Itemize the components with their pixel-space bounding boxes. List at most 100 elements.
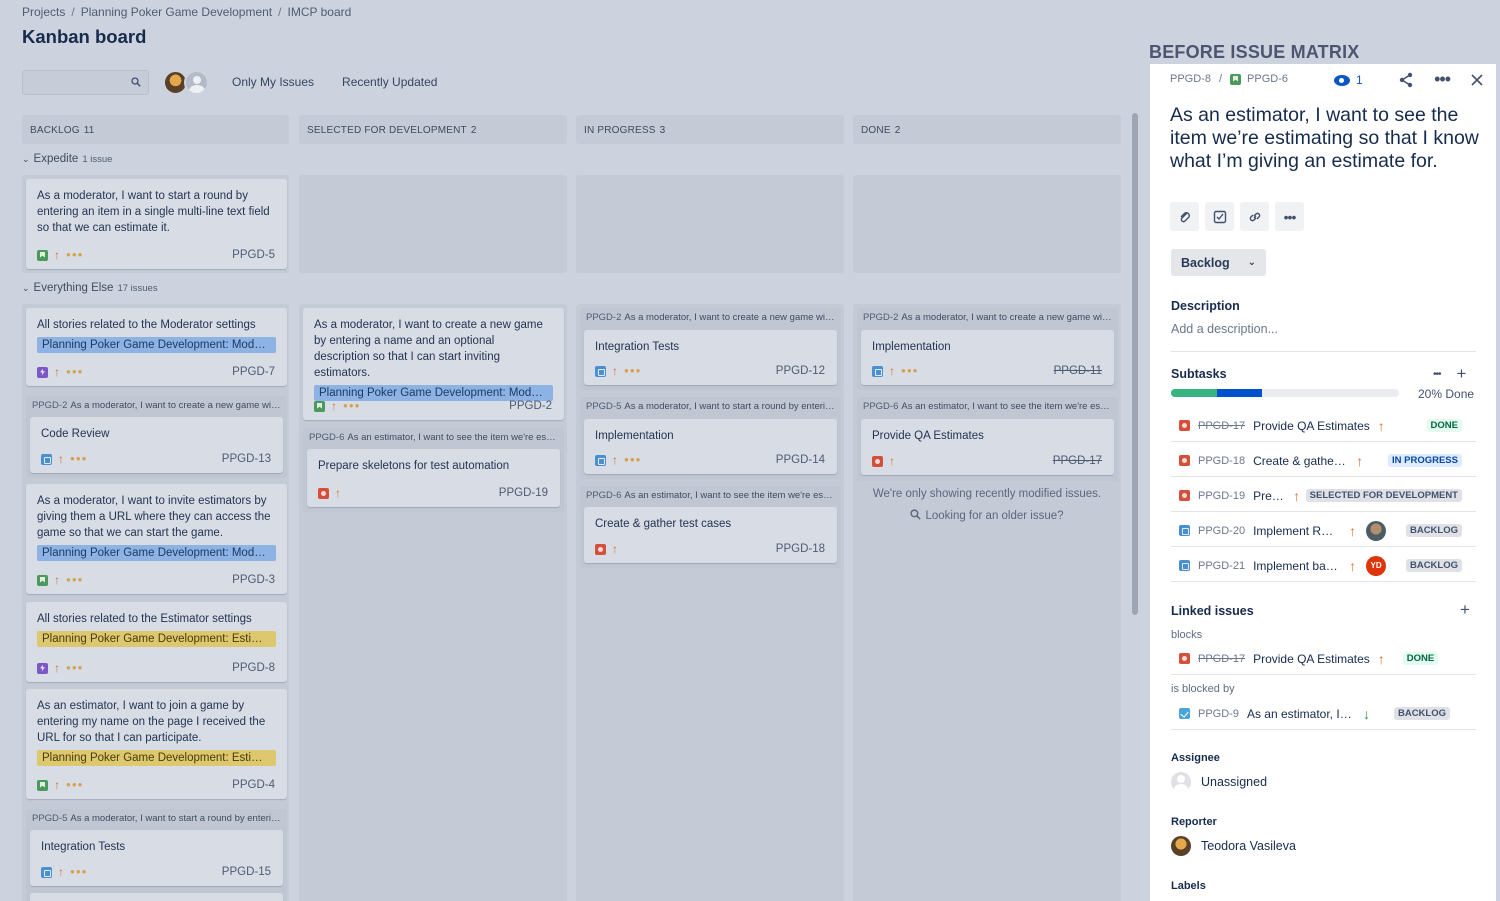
parent-key: PPGD-5 <box>586 401 622 412</box>
recently-updated-filter[interactable]: Recently Updated <box>342 75 437 89</box>
card-ppgd-4[interactable]: As an estimator, I want to join a game b… <box>26 689 287 799</box>
status-badge[interactable]: BACKLOG <box>1405 559 1462 572</box>
only-my-issues-filter[interactable]: Only My Issues <box>232 75 314 89</box>
status-badge[interactable]: BACKLOG <box>1405 524 1462 537</box>
card-summary: All stories related to the Estimator set… <box>37 613 252 625</box>
subtask-key: PPGD-19 <box>1198 489 1246 502</box>
priority-high-icon: ↑ <box>54 365 60 379</box>
status-badge[interactable]: DONE <box>1402 652 1439 665</box>
parent-label: PPGD-2 As a moderator, I want to create a… <box>32 400 281 411</box>
card-footer: ↑ ●●● PPGD-13 <box>41 452 271 466</box>
watch-button[interactable]: 1 <box>1334 73 1363 87</box>
card-partial[interactable] <box>30 893 283 901</box>
card-ppgd-18[interactable]: Create & gather test cases ↑ PPGD-18 <box>584 507 837 563</box>
status-dropdown[interactable]: Backlog ⌄ <box>1171 249 1266 276</box>
card-ppgd-5[interactable]: As a moderator, I want to start a round … <box>26 179 287 269</box>
close-icon[interactable] <box>1470 73 1484 87</box>
card-footer: ↑ ●●● PPGD-14 <box>595 453 825 467</box>
create-subtask-button[interactable] <box>1205 202 1234 231</box>
column-count: 11 <box>83 125 95 136</box>
card-ppgd-13[interactable]: Code Review ↑ ●●● PPGD-13 <box>30 417 283 473</box>
estimate-dots-icon: ●●● <box>901 366 919 375</box>
card-ppgd-14[interactable]: Implementation ↑ ●●● PPGD-14 <box>584 419 837 474</box>
card-ppgd-12[interactable]: Integration Tests ↑ ●●● PPGD-12 <box>584 330 837 385</box>
status-badge[interactable]: SELECTED FOR DEVELOPMENT <box>1305 489 1462 502</box>
avatar[interactable] <box>184 69 209 95</box>
swimlane-everything-else[interactable]: ⌄ Everything Else 17 issues <box>22 282 158 294</box>
older-issue-link[interactable]: Looking for an older issue? <box>857 509 1117 522</box>
attach-button[interactable] <box>1170 202 1199 231</box>
issue-title[interactable]: As an estimator, I want to see the item … <box>1170 104 1480 173</box>
subtask-row[interactable]: PPGD-19 Prepare skeletons for test autom… <box>1171 480 1476 512</box>
issue-key-link[interactable]: PPGD-6 <box>1247 73 1288 85</box>
breadcrumb-board[interactable]: IMCP board <box>287 5 351 19</box>
subtask-row[interactable]: PPGD-18 Create & gather test cases ↑ IN … <box>1171 445 1476 477</box>
card-key: PPGD-12 <box>775 365 825 377</box>
card-summary: Code Review <box>41 428 110 440</box>
subtask-row[interactable]: PPGD-17 Provide QA Estimates ↑ DONE <box>1171 410 1476 442</box>
assignee-field[interactable]: Unassigned <box>1171 772 1267 792</box>
card-footer: ↑ ●●● PPGD-8 <box>37 661 275 675</box>
labels-label: Labels <box>1171 880 1206 892</box>
card-ppgd-7[interactable]: All stories related to the Moderator set… <box>26 308 287 386</box>
linked-issue-row[interactable]: PPGD-17 Provide QA Estimates ↑ DONE <box>1171 643 1476 675</box>
more-actions-button[interactable]: ••• <box>1275 202 1304 231</box>
board-scrollbar[interactable] <box>1132 113 1138 615</box>
recent-issues-note: We're only showing recently modified iss… <box>857 486 1117 537</box>
priority-low-icon: ↓ <box>1362 705 1370 722</box>
avatar[interactable]: YD <box>1366 555 1387 576</box>
status-badge[interactable]: DONE <box>1426 419 1462 432</box>
linked-issue-key: PPGD-9 <box>1198 707 1239 720</box>
column-progress-expedite <box>576 175 844 273</box>
parent-summary: As a moderator, I want to start a round … <box>624 401 835 412</box>
card-summary: Create & gather test cases <box>595 518 732 530</box>
card-ppgd-17[interactable]: Provide QA Estimates ↑ PPGD-17 <box>861 419 1114 475</box>
add-icon[interactable]: + <box>1460 600 1470 620</box>
parent-summary: As an estimator, I want to see the item … <box>347 432 558 443</box>
card-ppgd-3[interactable]: As a moderator, I want to invite estimat… <box>26 484 287 594</box>
card-footer: ↑ PPGD-18 <box>595 542 825 556</box>
epic-label: Planning Poker Game Development: Estimat… <box>37 750 276 766</box>
status-badge[interactable]: IN PROGRESS <box>1388 454 1462 467</box>
card-key: PPGD-4 <box>232 779 275 791</box>
more-actions-icon[interactable]: ••• <box>1433 369 1441 380</box>
card-summary: As a moderator, I want to start a round … <box>37 190 270 234</box>
epic-label: Planning Poker Game Development: Moderat… <box>37 337 276 353</box>
card-key: PPGD-18 <box>775 543 825 555</box>
card-key: PPGD-15 <box>221 866 271 878</box>
estimate-dots-icon: ●●● <box>70 454 88 463</box>
breadcrumb-projects[interactable]: Projects <box>22 5 65 19</box>
card-key: PPGD-3 <box>232 574 275 586</box>
card-ppgd-19[interactable]: Prepare skeletons for test automation ↑ … <box>307 449 560 507</box>
link-issue-button[interactable] <box>1240 202 1269 231</box>
add-icon[interactable]: + <box>1457 364 1467 384</box>
share-icon[interactable] <box>1398 72 1414 88</box>
eye-icon <box>1334 74 1350 86</box>
subtask-row[interactable]: PPGD-21 Implement backend ↑ YD BACKLOG <box>1171 550 1476 582</box>
parent-summary: As an estimator, I want to see the item … <box>624 490 835 501</box>
reporter-field[interactable]: Teodora Vasileva <box>1171 836 1296 856</box>
subtask-row[interactable]: PPGD-20 Implement REST API ↑ BACKLOG <box>1171 515 1476 547</box>
avatar[interactable] <box>1366 520 1387 541</box>
priority-high-icon: ↑ <box>612 364 618 378</box>
story-icon <box>37 574 48 586</box>
status-badge[interactable]: BACKLOG <box>1393 707 1450 720</box>
card-ppgd-2[interactable]: As a moderator, I want to create a new g… <box>303 308 564 420</box>
card-summary: Provide QA Estimates <box>872 430 984 442</box>
priority-high-icon: ↑ <box>335 486 341 500</box>
more-actions-icon[interactable]: ••• <box>1434 69 1451 90</box>
parent-issue-link[interactable]: PPGD-8 <box>1170 73 1211 85</box>
card-ppgd-15[interactable]: Integration Tests ↑ ●●● PPGD-15 <box>30 830 283 886</box>
priority-high-icon: ↑ <box>54 573 60 587</box>
description-field[interactable]: Add a description... <box>1171 322 1278 336</box>
linked-issue-row[interactable]: PPGD-9 As an estimator, I want to ↓ BACK… <box>1171 698 1476 730</box>
card-ppgd-11[interactable]: Implementation ↑ ●●● PPGD-11 <box>861 330 1114 385</box>
progress-in-progress-segment <box>1216 389 1263 397</box>
estimate-dots-icon: ●●● <box>66 575 84 584</box>
search-input[interactable] <box>22 69 149 95</box>
swimlane-expedite[interactable]: ⌄ Expedite 1 issue <box>22 153 112 165</box>
parent-label: PPGD-5 As a moderator, I want to start a … <box>586 401 835 412</box>
breadcrumb-project[interactable]: Planning Poker Game Development <box>81 5 272 19</box>
card-ppgd-8[interactable]: All stories related to the Estimator set… <box>26 602 287 682</box>
bug-icon <box>1179 420 1190 431</box>
